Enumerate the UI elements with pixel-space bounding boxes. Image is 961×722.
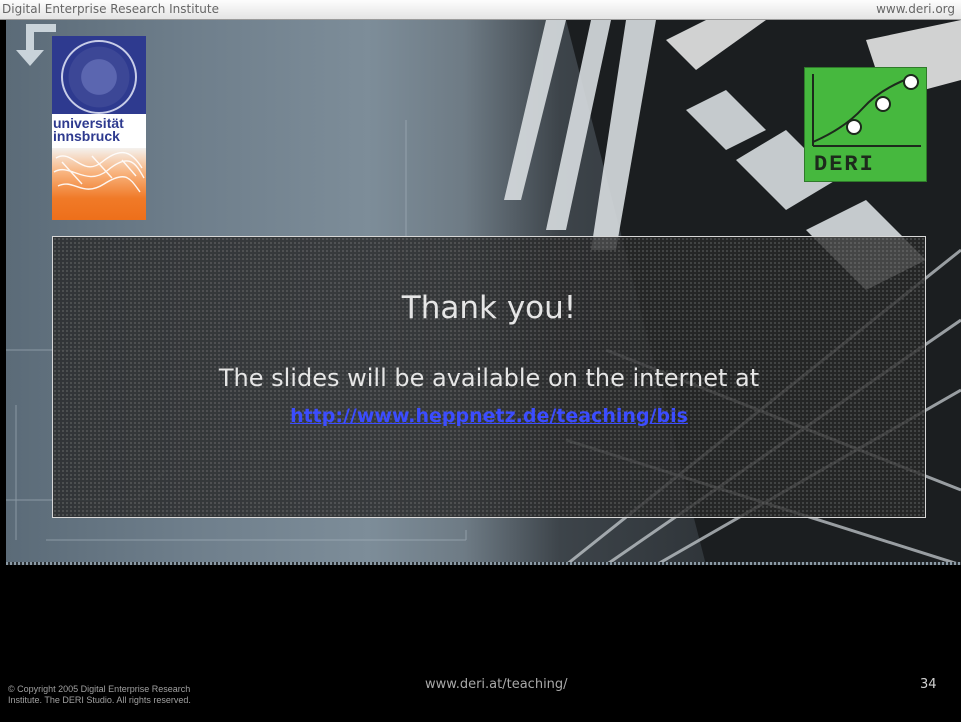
footer-copyright-line2: Institute. The DERI Studio. All rights r…: [8, 695, 191, 705]
banner-bottom-strip: [6, 562, 961, 565]
university-logo-text-line2: innsbruck: [53, 128, 120, 144]
header-website: www.deri.org: [876, 2, 955, 16]
deri-logo-text: DERI: [814, 152, 875, 177]
header-bar: Digital Enterprise Research Institute ww…: [0, 0, 961, 20]
arrow-icon: [16, 24, 56, 66]
thank-you-panel: Thank you! The slides will be available …: [52, 236, 926, 518]
footer-url: www.deri.at/teaching/: [425, 677, 568, 692]
footer-copyright: © Copyright 2005 Digital Enterprise Rese…: [8, 684, 191, 706]
logo-seal-background: [52, 36, 146, 114]
slide-title: Thank you!: [401, 290, 577, 326]
header-institute-name: Digital Enterprise Research Institute: [2, 2, 219, 16]
signature-pattern-graphic: [53, 151, 145, 193]
page-number: 34: [920, 677, 937, 692]
deri-logo: DERI: [804, 67, 927, 182]
university-innsbruck-logo: universität innsbruck: [52, 36, 146, 220]
university-seal-icon: [61, 40, 137, 114]
slides-url-link[interactable]: http://www.heppnetz.de/teaching/bis: [53, 405, 925, 427]
slide-subtitle: The slides will be available on the inte…: [218, 364, 760, 392]
footer-copyright-line1: © Copyright 2005 Digital Enterprise Rese…: [8, 684, 191, 694]
logo-orange-pattern: [52, 148, 146, 220]
